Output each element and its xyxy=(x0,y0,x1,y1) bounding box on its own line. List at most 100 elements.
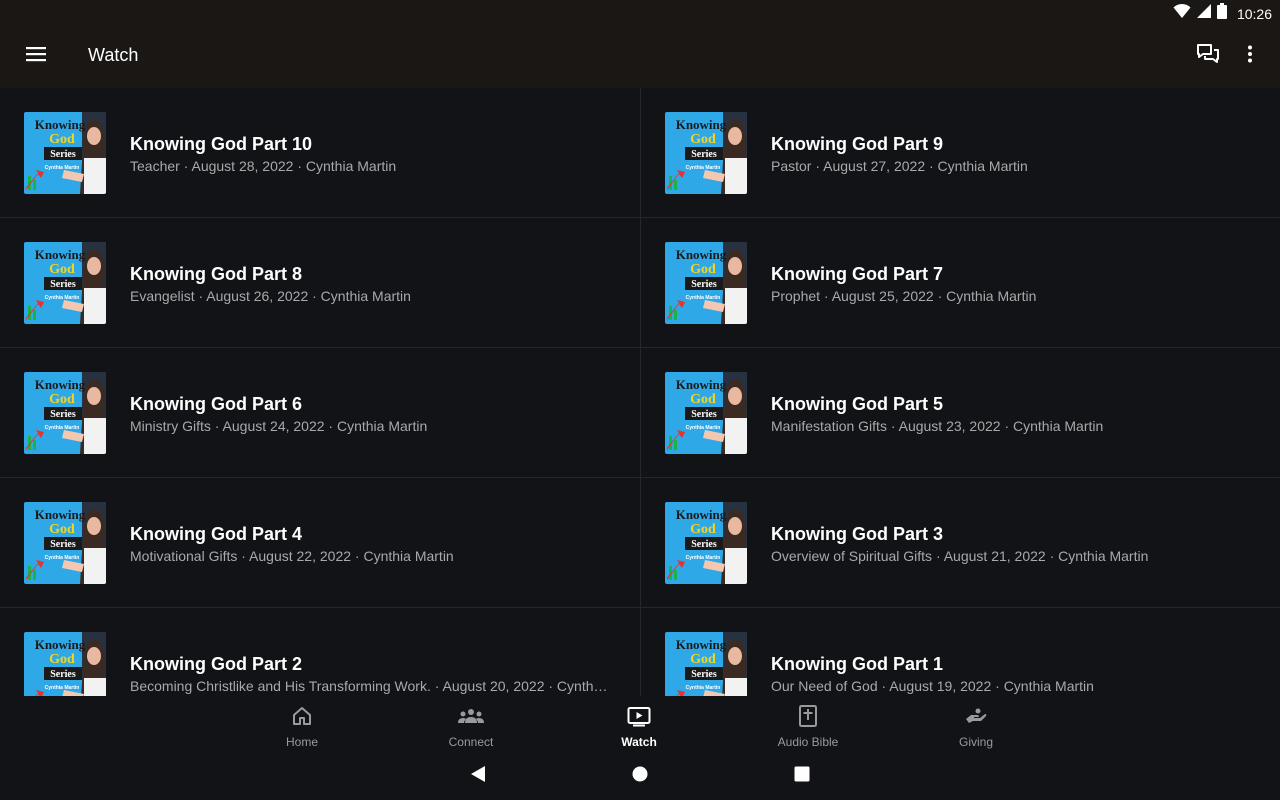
item-title: Knowing God Part 7 xyxy=(771,264,944,284)
svg-text:Series: Series xyxy=(691,539,717,550)
list-item[interactable]: Knowing God Series Cynthia Martin Knowin… xyxy=(641,348,1280,478)
nav-home[interactable]: Home xyxy=(247,696,357,752)
svg-text:Cynthia Martin: Cynthia Martin xyxy=(45,555,80,561)
item-subtitle: Prophet · August 25, 2022 · Cynthia Mart… xyxy=(771,288,1037,304)
nav-giving-label: Giving xyxy=(958,735,993,749)
list-item[interactable]: Knowing God Series Cynthia Martin Knowin… xyxy=(0,478,640,608)
back-icon xyxy=(470,765,486,788)
svg-text:Knowing: Knowing xyxy=(35,507,86,522)
nav-audio-bible[interactable]: Audio Bible xyxy=(753,696,863,752)
item-subtitle: Our Need of God · August 19, 2022 · Cynt… xyxy=(771,678,1094,694)
status-bar: 10:26 xyxy=(0,0,1280,24)
svg-text:Cynthia Martin: Cynthia Martin xyxy=(686,295,721,301)
video-thumbnail: Knowing God Series Cynthia Martin xyxy=(24,502,106,584)
item-subtitle: Ministry Gifts · August 24, 2022 · Cynth… xyxy=(130,418,428,434)
item-title: Knowing God Part 6 xyxy=(130,394,303,414)
svg-text:Knowing: Knowing xyxy=(676,247,727,262)
video-thumbnail: Knowing God Series Cynthia Martin xyxy=(665,632,747,696)
system-navigation-bar xyxy=(0,752,1280,800)
more-options-button[interactable] xyxy=(1234,36,1266,76)
item-title: Knowing God Part 1 xyxy=(771,654,944,674)
signal-icon xyxy=(1196,4,1211,23)
more-vert-icon xyxy=(1247,45,1253,68)
svg-text:God: God xyxy=(690,132,716,147)
item-title: Knowing God Part 2 xyxy=(130,654,303,674)
item-subtitle: Pastor · August 27, 2022 · Cynthia Marti… xyxy=(771,158,1028,174)
list-item[interactable]: Knowing God Series Cynthia Martin Knowin… xyxy=(0,608,640,696)
bottom-navigation: Home Connect Watch Audio Bible Giving xyxy=(0,696,1280,752)
svg-text:God: God xyxy=(690,652,716,667)
video-thumbnail: Knowing God Series Cynthia Martin xyxy=(665,112,747,194)
home-circle-icon xyxy=(632,766,648,787)
item-subtitle: Evangelist · August 26, 2022 · Cynthia M… xyxy=(130,288,411,304)
video-thumbnail: Knowing God Series Cynthia Martin xyxy=(24,372,106,454)
back-button[interactable] xyxy=(466,764,490,788)
connect-icon xyxy=(458,705,484,732)
item-subtitle: Manifestation Gifts · August 23, 2022 · … xyxy=(771,418,1104,434)
svg-text:Knowing: Knowing xyxy=(35,637,86,652)
item-title: Knowing God Part 3 xyxy=(771,524,944,544)
svg-text:Cynthia Martin: Cynthia Martin xyxy=(686,165,721,171)
svg-text:Series: Series xyxy=(691,669,717,680)
item-title: Knowing God Part 8 xyxy=(130,264,303,284)
svg-text:Cynthia Martin: Cynthia Martin xyxy=(686,425,721,431)
nav-connect-label: Connect xyxy=(448,735,494,749)
recents-button[interactable] xyxy=(790,764,814,788)
video-thumbnail: Knowing God Series Cynthia Martin xyxy=(665,242,747,324)
nav-giving[interactable]: Giving xyxy=(921,696,1031,752)
video-thumbnail: Knowing God Series Cynthia Martin xyxy=(24,632,106,696)
nav-watch-label: Watch xyxy=(621,735,657,749)
svg-text:God: God xyxy=(49,262,75,277)
list-item[interactable]: Knowing God Series Cynthia Martin Knowin… xyxy=(641,88,1280,218)
svg-text:Cynthia Martin: Cynthia Martin xyxy=(686,555,721,561)
item-title: Knowing God Part 9 xyxy=(771,134,944,154)
svg-text:Series: Series xyxy=(50,539,76,550)
chat-button[interactable] xyxy=(1188,36,1228,76)
list-item[interactable]: Knowing God Series Cynthia Martin Knowin… xyxy=(0,348,640,478)
recents-icon xyxy=(794,766,810,787)
list-item[interactable]: Knowing God Series Cynthia Martin Knowin… xyxy=(641,478,1280,608)
battery-icon xyxy=(1216,3,1227,24)
video-thumbnail: Knowing God Series Cynthia Martin xyxy=(24,242,106,324)
list-item[interactable]: Knowing God Series Cynthia Martin Knowin… xyxy=(0,88,640,218)
svg-text:Series: Series xyxy=(691,279,717,290)
item-title: Knowing God Part 5 xyxy=(771,394,944,414)
svg-text:God: God xyxy=(690,392,716,407)
nav-audio-bible-label: Audio Bible xyxy=(777,735,839,749)
svg-text:Cynthia Martin: Cynthia Martin xyxy=(45,165,80,171)
home-system-button[interactable] xyxy=(628,764,652,788)
audio-bible-icon xyxy=(798,705,818,732)
svg-text:Knowing: Knowing xyxy=(676,637,727,652)
status-time: 10:26 xyxy=(1236,5,1272,22)
svg-text:God: God xyxy=(690,522,716,537)
nav-connect[interactable]: Connect xyxy=(416,696,526,752)
app-bar: Watch xyxy=(0,24,1280,88)
item-title: Knowing God Part 4 xyxy=(130,524,303,544)
svg-text:Knowing: Knowing xyxy=(676,377,727,392)
list-item[interactable]: Knowing God Series Cynthia Martin Knowin… xyxy=(0,218,640,348)
item-subtitle: Becoming Christlike and His Transforming… xyxy=(130,678,610,694)
video-thumbnail: Knowing God Series Cynthia Martin xyxy=(665,502,747,584)
svg-text:Series: Series xyxy=(50,149,76,160)
item-subtitle: Overview of Spiritual Gifts · August 21,… xyxy=(771,548,1149,564)
svg-text:Series: Series xyxy=(50,409,76,420)
svg-text:Cynthia Martin: Cynthia Martin xyxy=(45,295,80,301)
list-item[interactable]: Knowing God Series Cynthia Martin Knowin… xyxy=(641,218,1280,348)
giving-icon xyxy=(964,705,988,732)
item-subtitle: Teacher · August 28, 2022 · Cynthia Mart… xyxy=(130,158,397,174)
svg-text:Knowing: Knowing xyxy=(676,507,727,522)
svg-text:Series: Series xyxy=(691,409,717,420)
svg-text:Knowing: Knowing xyxy=(35,247,86,262)
svg-text:Cynthia Martin: Cynthia Martin xyxy=(45,425,80,431)
item-title: Knowing God Part 10 xyxy=(130,134,313,154)
menu-button[interactable] xyxy=(16,36,56,76)
wifi-icon xyxy=(1173,3,1191,24)
item-subtitle: Motivational Gifts · August 22, 2022 · C… xyxy=(130,548,454,564)
home-icon xyxy=(291,705,313,732)
menu-icon xyxy=(26,46,46,67)
svg-text:Series: Series xyxy=(50,279,76,290)
svg-text:Knowing: Knowing xyxy=(35,377,86,392)
list-item[interactable]: Knowing God Series Cynthia Martin Knowin… xyxy=(641,608,1280,696)
watch-icon xyxy=(627,705,651,732)
nav-watch[interactable]: Watch xyxy=(584,696,694,752)
